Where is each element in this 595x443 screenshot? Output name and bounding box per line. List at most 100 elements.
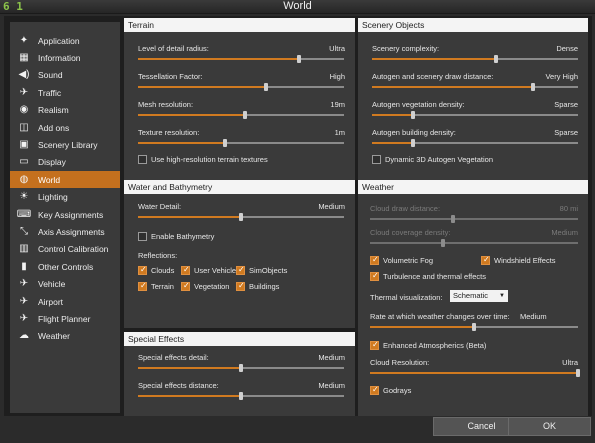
slider-thumb[interactable] [296,55,301,63]
checkbox-box[interactable] [138,265,147,275]
checkbox-box[interactable] [138,232,147,241]
slider-thumb[interactable] [243,111,248,119]
weather-rate-slider[interactable] [370,323,578,331]
setting-value: Ultra [562,358,578,367]
sidebar-item-axis-assignments[interactable]: ⤡ Axis Assignments [10,223,120,240]
godrays-checkbox[interactable]: Godrays [370,385,411,395]
scenery-slider[interactable] [372,55,578,63]
volumetric-fog-checkbox[interactable]: Volumetric Fog [370,255,433,265]
scenery-slider[interactable] [372,83,578,91]
checkbox-box[interactable] [370,340,379,350]
setting-value: Ultra [329,44,345,53]
slider-thumb[interactable] [451,215,456,223]
scenery-slider[interactable] [372,139,578,147]
panel-title: Weather [358,180,588,194]
ok-button[interactable]: OK [508,417,591,436]
slider-thumb[interactable] [239,364,243,372]
sound-icon: ◀) [18,69,30,81]
checkbox-label: Vegetation [194,282,230,291]
thermal-visualization-select[interactable]: Schematic ▼ [450,290,508,302]
terrain-slider[interactable] [138,55,344,63]
slider-fill [370,326,474,328]
reflection-clouds-checkbox[interactable]: Clouds [138,265,174,275]
sidebar-item-control-calibration[interactable]: ▥ Control Calibration [10,241,120,258]
cloud-draw-slider[interactable] [370,215,578,223]
checkbox-label: Enable Bathymetry [151,232,215,241]
terrain-slider[interactable] [138,83,344,91]
slider-thumb[interactable] [222,139,227,147]
slider-thumb[interactable] [472,323,476,331]
slider-thumb[interactable] [239,213,243,221]
turbulence-checkbox[interactable]: Turbulence and thermal effects [370,271,486,281]
sidebar-item-sound[interactable]: ◀) Sound [10,67,120,84]
sidebar-item-information[interactable]: ▦ Information [10,49,120,66]
checkbox-box[interactable] [372,155,381,164]
sidebar-item-label: Application [38,35,80,46]
slider-thumb[interactable] [530,83,535,91]
sidebar-item-world[interactable]: ◍ World [10,171,120,189]
checkbox-box[interactable] [236,281,245,291]
sidebar-item-display[interactable]: ▭ Display [10,154,120,171]
checkbox-box[interactable] [481,255,490,265]
dynamic-autogen-checkbox[interactable]: Dynamic 3D Autogen Vegetation [372,155,493,164]
slider-thumb[interactable] [493,55,498,63]
reflection-vegetation-checkbox[interactable]: Vegetation [181,281,230,291]
effects-slider[interactable] [138,364,344,372]
checkbox-box[interactable] [138,155,147,164]
slider-thumb[interactable] [576,369,580,377]
sidebar-item-label: Sound [38,70,63,81]
sidebar-item-add-ons[interactable]: ◫ Add ons [10,119,120,136]
water-detail-slider[interactable] [138,213,344,221]
sidebar-item-flight-planner[interactable]: ✈ Flight Planner [10,310,120,327]
sidebar-item-weather[interactable]: ☁ Weather [10,328,120,345]
slider-thumb[interactable] [411,111,416,119]
checkbox-box[interactable] [370,385,379,395]
setting-value: 80 mi [559,204,578,213]
checkbox-box[interactable] [236,265,245,275]
sidebar-item-label: Weather [38,331,70,342]
sidebar-item-vehicle[interactable]: ✈ Vehicle [10,276,120,293]
sidebar-item-realism[interactable]: ◉ Realism [10,102,120,119]
slider-thumb[interactable] [239,392,243,400]
slider-thumb[interactable] [263,83,268,91]
scenery-slider[interactable] [372,111,578,119]
high-res-terrain-checkbox[interactable]: Use high-resolution terrain textures [138,155,268,164]
airport-icon: ✈ [19,295,29,307]
checkbox-box[interactable] [370,271,379,281]
sidebar-item-traffic[interactable]: ✈ Traffic [10,84,120,101]
reflection-buildings-checkbox[interactable]: Buildings [236,281,279,291]
sidebar-item-label: Traffic [38,87,62,98]
sidebar-item-lighting[interactable]: ☀ Lighting [10,189,120,206]
slider-thumb[interactable] [411,139,416,147]
checkbox-box[interactable] [370,255,379,265]
cloud-coverage-slider[interactable] [370,239,578,247]
checkbox-box[interactable] [181,265,190,275]
select-value: Schematic [453,291,489,300]
panel-title: Special Effects [124,332,355,346]
sidebar-item-label: World [38,174,61,185]
terrain-slider[interactable] [138,139,344,147]
reflection-simobjects-checkbox[interactable]: SimObjects [236,265,287,275]
cloud-resolution-slider[interactable] [370,369,580,377]
sidebar-item-scenery-library[interactable]: ▣ Scenery Library [10,136,120,153]
reflection-terrain-checkbox[interactable]: Terrain [138,281,174,291]
reflection-user-vehicle-checkbox[interactable]: User Vehicle [181,265,236,275]
sidebar-item-application[interactable]: ✦ Application [10,32,120,49]
sidebar-item-label: Lighting [38,192,68,203]
windshield-effects-checkbox[interactable]: Windshield Effects [481,255,556,265]
sidebar-item-label: Scenery Library [38,139,98,150]
setting-label: Level of detail radius: [138,44,209,53]
sidebar-item-other-controls[interactable]: ▮ Other Controls [10,258,120,275]
slider-thumb[interactable] [440,239,445,247]
sidebar-item-label: Add ons [38,122,70,133]
terrain-slider[interactable] [138,111,344,119]
terrain-panel: Terrain Level of detail radius: Ultra Tess… [124,18,355,188]
checkbox-box[interactable] [181,281,190,291]
effects-slider[interactable] [138,392,344,400]
enhanced-atmospherics-checkbox[interactable]: Enhanced Atmospherics (Beta) [370,340,486,350]
sidebar-item-key-assignments[interactable]: ⌨ Key Assignments [10,206,120,223]
scenery-panel: Scenery Objects Scenery complexity: Dense… [358,18,588,188]
checkbox-box[interactable] [138,281,147,291]
bathymetry-checkbox[interactable]: Enable Bathymetry [138,232,214,241]
sidebar-item-airport[interactable]: ✈ Airport [10,293,120,310]
